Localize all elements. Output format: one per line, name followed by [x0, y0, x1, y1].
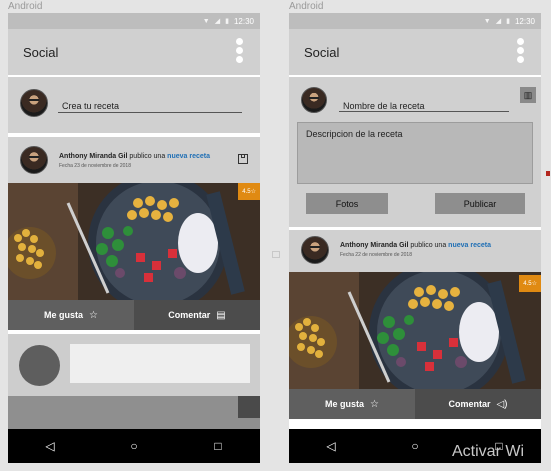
avatar — [20, 89, 48, 117]
placeholder-corner — [238, 396, 260, 418]
author-name[interactable]: Anthony Miranda Gil — [340, 242, 408, 249]
author-name[interactable]: Anthony Miranda Gil — [59, 153, 127, 160]
post-action-text: publico una — [129, 153, 166, 160]
wifi-icon: ▼ — [483, 17, 491, 25]
post-header: Anthony Miranda Gil publico una nueva re… — [8, 137, 260, 183]
star-icon: ☆ — [89, 309, 98, 321]
create-recipe-card: Nombre de la receta ▥ Descripcion de la … — [289, 77, 541, 227]
compose-card: Crea tu receta — [8, 77, 260, 133]
placeholder-card — [8, 334, 260, 396]
post-author-line: Anthony Miranda Gil publico una nueva re… — [340, 242, 491, 249]
more-options-icon[interactable] — [517, 38, 525, 64]
author-avatar[interactable] — [20, 146, 48, 174]
back-icon[interactable]: ◁ — [321, 439, 341, 453]
comment-label: Comentar — [448, 399, 491, 409]
frame-separator-icon — [272, 251, 280, 258]
volume-icon: ◁) — [496, 398, 508, 410]
recipe-link[interactable]: nueva receta — [448, 242, 491, 249]
comment-label: Comentar — [168, 310, 211, 320]
app-title: Social — [23, 45, 59, 60]
more-options-icon[interactable] — [236, 38, 244, 64]
system-nav-bar: ◁ ○ □ — [8, 429, 260, 463]
save-icon[interactable] — [238, 154, 248, 164]
like-label: Me gusta — [325, 399, 365, 409]
post-actions: Me gusta ☆ Comentar ◁) — [289, 389, 541, 419]
recents-icon[interactable]: □ — [208, 439, 228, 453]
phone-right: ▼ ◢ ▮ 12:30 Social Nombre de la receta ▥… — [289, 13, 541, 463]
status-bar: ▼ ◢ ▮ 12:30 — [289, 13, 541, 29]
trash-icon[interactable]: ▥ — [520, 87, 536, 103]
placeholder-text-block — [70, 344, 250, 383]
like-button[interactable]: Me gusta ☆ — [289, 389, 415, 419]
device-label-left: Android — [8, 1, 43, 12]
author-avatar[interactable] — [301, 236, 329, 264]
signal-icon: ◢ — [214, 18, 221, 25]
activation-watermark: Activar Wi — [452, 443, 524, 460]
post-date: Fecha 23 de noviembre de 2018 — [59, 163, 131, 169]
app-bar: Social — [289, 29, 541, 75]
recipe-image: 4.5☆ — [289, 272, 541, 389]
device-label-right: Android — [289, 1, 324, 12]
status-time: 12:30 — [233, 16, 254, 26]
status-time: 12:30 — [514, 16, 535, 26]
home-icon[interactable]: ○ — [124, 439, 144, 453]
status-bar: ▼ ◢ ▮ 12:30 — [8, 13, 260, 29]
placeholder-footer — [8, 396, 260, 430]
app-title: Social — [304, 45, 340, 60]
wifi-icon: ▼ — [202, 17, 210, 25]
phone-left: ▼ ◢ ▮ 12:30 Social Crea tu receta Anthon… — [8, 13, 260, 463]
comment-button[interactable]: Comentar ◁) — [415, 389, 541, 419]
edge-marker — [546, 171, 550, 176]
app-bar: Social — [8, 29, 260, 75]
recipe-description-input[interactable]: Descripcion de la receta — [297, 122, 533, 184]
home-icon[interactable]: ○ — [405, 439, 425, 453]
post-action-text: publico una — [410, 242, 447, 249]
recipe-image: 4.5☆ — [8, 183, 260, 300]
recipe-link[interactable]: nueva receta — [167, 153, 210, 160]
comment-button[interactable]: Comentar ▤ — [134, 300, 260, 330]
like-label: Me gusta — [44, 310, 84, 320]
post-author-line: Anthony Miranda Gil publico una nueva re… — [59, 153, 210, 160]
recipe-name-underline — [339, 96, 509, 112]
placeholder-avatar — [19, 345, 60, 386]
back-icon[interactable]: ◁ — [40, 439, 60, 453]
post-actions: Me gusta ☆ Comentar ▤ — [8, 300, 260, 330]
avatar — [301, 87, 327, 113]
battery-icon: ▮ — [506, 18, 510, 25]
comment-icon: ▤ — [216, 309, 226, 321]
compose-underline — [58, 97, 242, 113]
rating-badge: 4.5☆ — [238, 183, 260, 200]
post-header: Anthony Miranda Gil publico una nueva re… — [289, 230, 541, 272]
battery-icon: ▮ — [225, 18, 229, 25]
like-button[interactable]: Me gusta ☆ — [8, 300, 134, 330]
post-date: Fecha 22 de noviembre de 2018 — [340, 252, 412, 258]
signal-icon: ◢ — [495, 18, 502, 25]
photos-button[interactable]: Fotos — [306, 193, 388, 214]
publish-button[interactable]: Publicar — [435, 193, 525, 214]
rating-badge: 4.5☆ — [519, 275, 541, 292]
star-icon: ☆ — [370, 398, 379, 410]
